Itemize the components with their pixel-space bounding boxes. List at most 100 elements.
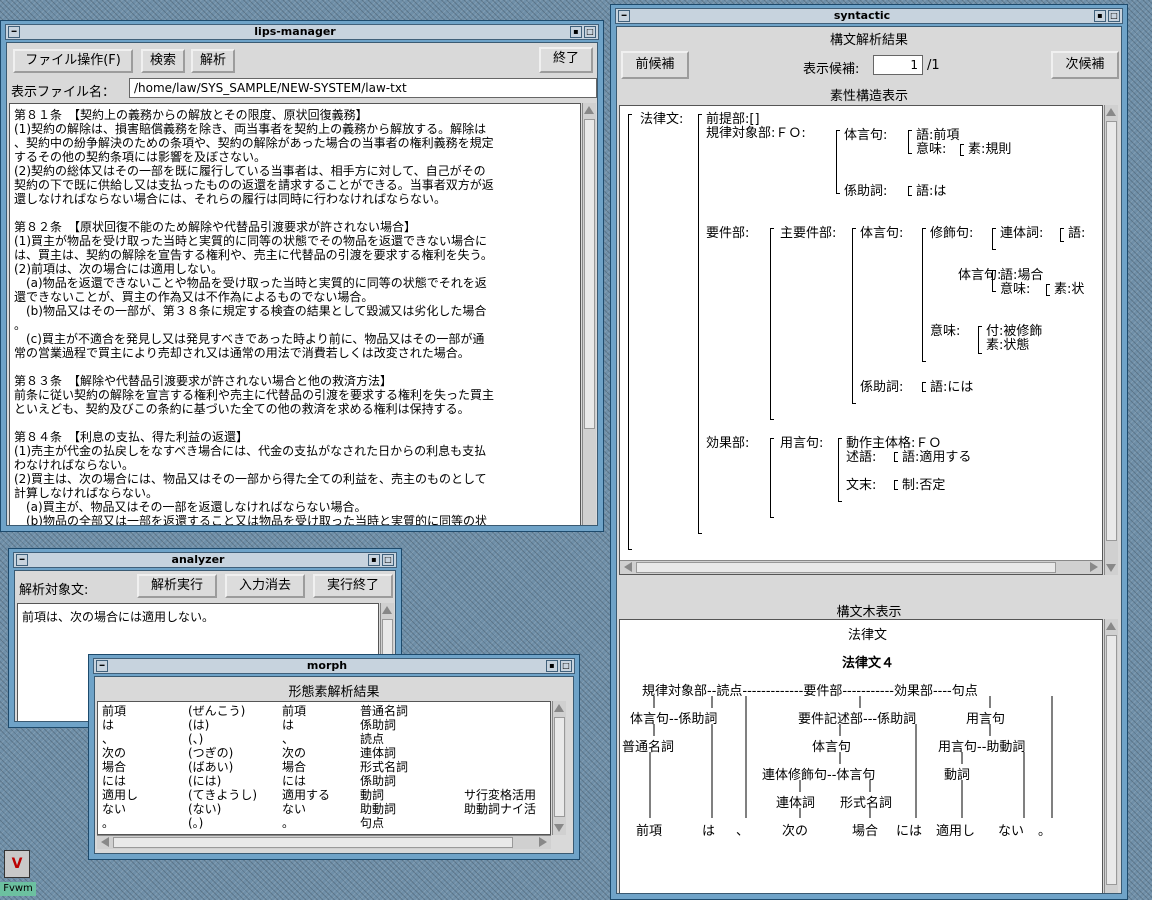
fs-mainreq-bracket	[852, 228, 856, 404]
maximize-icon[interactable]: □	[584, 26, 596, 38]
morph-cell: 動詞	[360, 788, 385, 802]
scroll-thumb[interactable]	[636, 562, 1056, 573]
law-text-line: (a)買主が、物品又はその一部を返還しなければならない場合。	[14, 500, 367, 514]
fvwm-label: Fvwm	[0, 882, 36, 896]
file-operation-button[interactable]: ファイル操作(F)	[13, 49, 133, 73]
search-button[interactable]: 検索	[141, 49, 185, 73]
morph-cell: 前項	[102, 704, 127, 718]
window-menu-icon[interactable]: ━	[8, 26, 20, 38]
morph-cell: ない	[102, 802, 127, 816]
law-text-line: 還しなければならない場合には、それらの履行は同時に行わなければならない。	[14, 192, 447, 206]
scroll-thumb[interactable]	[584, 119, 595, 429]
minimize-icon[interactable]: ▪	[1094, 10, 1106, 22]
morph-vscrollbar[interactable]	[552, 701, 566, 835]
scroll-up-icon[interactable]	[1106, 622, 1116, 630]
fs-taigen3-bracket	[992, 270, 996, 292]
fs-so1: 素:規則	[968, 142, 1012, 157]
morph-result-pane: 前項 (ぜんこう) 前項 普通名詞は (は) は係助詞、 (、)、読点 次の (つぎの) 次の 連体…	[97, 701, 551, 835]
window-title: analyzer	[171, 553, 225, 566]
window-menu-icon[interactable]: ━	[96, 660, 108, 672]
morph-row: は (は) は 係助詞	[102, 718, 550, 732]
lips-manager-titlebar[interactable]: ━ lips-manager ▪ □	[5, 24, 599, 40]
syntactic-titlebar[interactable]: ━ syntactic ▪ □	[615, 8, 1123, 24]
scroll-right-icon[interactable]	[539, 837, 547, 847]
morph-cell: 句点	[360, 816, 385, 830]
scroll-thumb[interactable]	[1106, 121, 1117, 541]
law-text-line: (2)買主は、次の場合には、物品又はその一部から得た全ての利益を、売主のものとし…	[14, 472, 487, 486]
scroll-down-icon[interactable]	[554, 824, 564, 832]
maximize-icon[interactable]: □	[1108, 10, 1120, 22]
scroll-thumb[interactable]	[554, 717, 565, 817]
morph-cell: (は)	[188, 718, 210, 732]
morph-cell: (、)	[188, 732, 204, 746]
law-text-line: 計算しなければならない。	[14, 486, 159, 500]
window-title: lips-manager	[254, 25, 336, 38]
scroll-up-icon[interactable]	[382, 606, 392, 614]
fs-subject-bracket	[836, 130, 840, 194]
feature-structure-header: 素性構造表示	[829, 89, 908, 104]
target-sentence-label: 解析対象文:	[19, 583, 89, 598]
morph-cell: 。	[102, 816, 115, 830]
clear-input-button[interactable]: 入力消去	[225, 574, 305, 598]
fs-taigen1-bracket	[908, 130, 912, 154]
maximize-icon[interactable]: □	[382, 554, 394, 566]
morph-hscrollbar[interactable]	[97, 835, 551, 849]
scroll-down-icon[interactable]	[1106, 564, 1116, 572]
fs-subject: 規律対象部:ＦＯ:	[706, 126, 806, 141]
candidate-total: /1	[927, 58, 940, 73]
tree-vscrollbar[interactable]	[1104, 619, 1118, 893]
analyze-button[interactable]: 解析	[191, 49, 235, 73]
next-candidate-button[interactable]: 次候補	[1051, 51, 1119, 79]
morph-cell: には	[282, 774, 307, 788]
file-path-field[interactable]: /home/law/SYS_SAMPLE/NEW-SYSTEM/law-txt	[129, 78, 597, 98]
scroll-up-icon[interactable]	[554, 704, 564, 712]
morph-row: ない (ない) ない 助動詞 助動詞ナイ活	[102, 802, 550, 816]
law-text-line: するその他の契約条項には影響を及ぼさない。	[14, 150, 267, 164]
window-menu-icon[interactable]: ━	[618, 10, 630, 22]
law-text-scrollbar[interactable]	[582, 103, 596, 525]
syntax-tree-pane: 法律文 法律文４ 規律対象部--読点-------------要件部------…	[619, 619, 1103, 893]
fvwm-icon[interactable]: V Fvwm	[0, 848, 36, 900]
minimize-icon[interactable]: ▪	[570, 26, 582, 38]
fs-hscrollbar[interactable]	[620, 560, 1102, 574]
morph-cell: 前項	[282, 704, 307, 718]
file-name-label: 表示ファイル名：	[11, 85, 116, 100]
law-text-line: 。	[14, 318, 27, 332]
scroll-left-icon[interactable]	[101, 837, 109, 847]
scroll-left-icon[interactable]	[624, 562, 632, 572]
minimize-icon[interactable]: ▪	[368, 554, 380, 566]
scroll-up-icon[interactable]	[584, 106, 594, 114]
fs-so2: 素:状	[1054, 282, 1085, 297]
candidate-input[interactable]: 1	[873, 55, 923, 75]
end-run-button[interactable]: 実行終了	[313, 574, 393, 598]
fs-effect-bracket	[770, 438, 774, 518]
quit-button[interactable]: 終了	[539, 47, 593, 73]
fs-go3: 語:	[1068, 226, 1086, 241]
run-analysis-button[interactable]: 解析実行	[137, 574, 217, 598]
morph-titlebar[interactable]: ━ morph ▪ □	[93, 658, 575, 674]
scroll-thumb[interactable]	[113, 837, 513, 848]
scroll-thumb[interactable]	[1106, 635, 1117, 885]
morph-cell: 次の	[282, 746, 307, 760]
morph-cell: 形式名詞	[360, 760, 409, 774]
window-menu-icon[interactable]: ━	[16, 554, 28, 566]
fs-rentai: 連体詞:	[1000, 226, 1044, 241]
morph-cell: 連体詞	[360, 746, 397, 760]
morph-cell: 適用する	[282, 788, 331, 802]
analyzer-titlebar[interactable]: ━ analyzer ▪ □	[13, 552, 397, 568]
syntactic-client: 構文解析結果 前候補 表示候補: 1 /1 次候補 素性構造表示 法律文: 前提…	[616, 26, 1122, 894]
scroll-thumb[interactable]	[382, 619, 393, 659]
morph-cell: (には)	[188, 774, 222, 788]
law-text-line	[14, 206, 580, 220]
law-text-line: 、契約中の紛争解決のための条項や、契約の解除があった場合の当事者の権利義務を規定	[14, 136, 494, 150]
prev-candidate-button[interactable]: 前候補	[621, 51, 689, 79]
law-text-line: 前条に従い契約の解除を宣言する権利や売主に代替品の引渡を要求する権利を失った買主	[14, 388, 495, 402]
morph-row: 。 (。) 。 句点	[102, 816, 550, 830]
fs-bunmatsu: 文末:	[846, 478, 877, 493]
minimize-icon[interactable]: ▪	[546, 660, 558, 672]
maximize-icon[interactable]: □	[560, 660, 572, 672]
fs-vscrollbar[interactable]	[1104, 105, 1118, 575]
scroll-right-icon[interactable]	[1090, 562, 1098, 572]
morph-cell: (ない)	[188, 802, 222, 816]
scroll-up-icon[interactable]	[1106, 108, 1116, 116]
